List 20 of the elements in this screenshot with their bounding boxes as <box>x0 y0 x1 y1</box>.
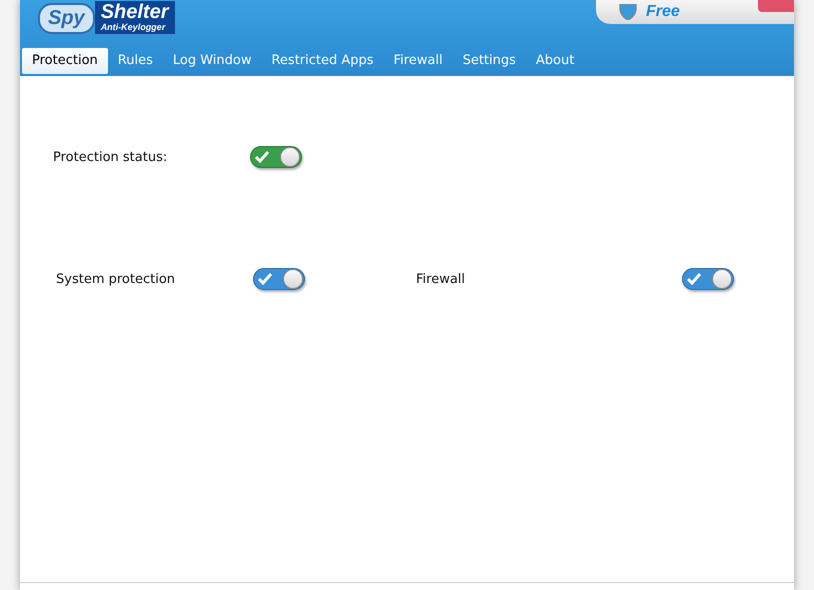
nav-tab[interactable]: Rules <box>108 48 163 74</box>
nav-tab[interactable]: About <box>526 48 584 74</box>
nav-tab[interactable]: Firewall <box>384 48 453 74</box>
nav-tab[interactable]: Log Window <box>162 48 262 74</box>
toggle-switch[interactable] <box>253 268 305 290</box>
check-icon <box>258 273 272 285</box>
edition-label: Free <box>646 2 680 22</box>
logo-badge: Shelter Anti-Keylogger <box>94 1 174 34</box>
check-icon <box>687 273 701 285</box>
toggle-switch[interactable] <box>682 268 734 290</box>
toggle-label: Firewall <box>416 272 466 286</box>
check-icon <box>255 151 269 163</box>
toggle-label: System protection <box>56 272 176 286</box>
toggle-label: Protection status: <box>53 150 168 164</box>
nav-tab[interactable]: Protection <box>22 48 108 74</box>
nav-tab[interactable]: Restricted Apps <box>261 48 384 74</box>
logo-text: Spy <box>38 3 95 34</box>
shield-icon <box>618 4 638 20</box>
nav-tab[interactable]: Settings <box>452 48 526 74</box>
toggle-switch[interactable] <box>250 146 302 168</box>
